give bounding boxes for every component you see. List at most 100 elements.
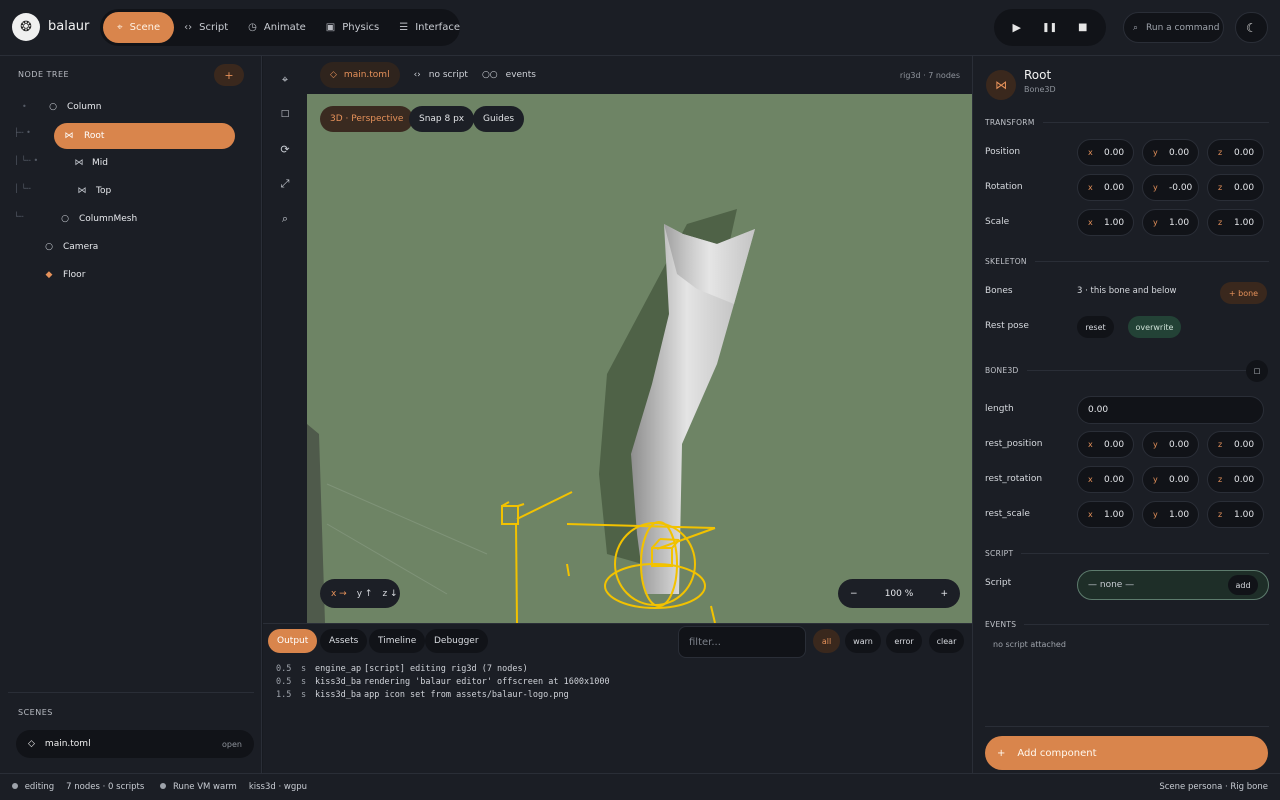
- bone-icon: ⋈: [64, 131, 74, 141]
- 3d-viewport[interactable]: 3D · Perspective Snap 8 px Guides x → y …: [307, 94, 972, 623]
- scale-y-field[interactable]: y 1.00: [1142, 209, 1199, 236]
- rest-position-z-field[interactable]: z 0.00: [1207, 431, 1264, 458]
- field-value: 0.00: [1234, 439, 1255, 450]
- rest-position-y-field[interactable]: y 0.00: [1142, 431, 1199, 458]
- rotation-x-field[interactable]: x 0.00: [1077, 174, 1134, 201]
- axis-z: z ↓: [382, 588, 398, 599]
- command-placeholder: Run a command: [1146, 22, 1220, 33]
- status-mode: editing: [12, 782, 54, 792]
- file-tab[interactable]: ◇ main.toml: [320, 62, 400, 88]
- mode-script[interactable]: ‹› Script: [174, 12, 238, 43]
- node-tree-title: NODE TREE: [18, 70, 70, 79]
- snap-toggle[interactable]: Snap 8 px: [409, 106, 475, 132]
- command-palette-button[interactable]: ⌕ Run a command: [1123, 12, 1224, 43]
- projection-toggle[interactable]: 3D · Perspective: [320, 106, 414, 132]
- field-value: 1.00: [1104, 217, 1125, 228]
- mode-switcher: ⌖ Scene ‹› Script ◷ Animate ▣ Physics ☰ Inter…: [100, 9, 460, 46]
- rotate-tool-icon[interactable]: ⟳: [275, 139, 295, 159]
- rest-scale-z-field[interactable]: z 1.00: [1207, 501, 1264, 528]
- move-tool-icon[interactable]: ⌖: [275, 70, 295, 90]
- add-bone-button[interactable]: + bone: [1220, 282, 1267, 304]
- diamond-icon: ◆: [45, 270, 53, 280]
- rotation-y-field[interactable]: y -0.00: [1142, 174, 1199, 201]
- stop-icon[interactable]: ■: [1078, 22, 1087, 33]
- rest-rotation-z-field[interactable]: z 0.00: [1207, 466, 1264, 493]
- select-box-tool-icon[interactable]: □: [275, 104, 295, 124]
- level-warn[interactable]: warn: [845, 629, 881, 653]
- node-circle-icon: ○: [61, 214, 69, 224]
- mode-label: Interface: [415, 22, 460, 33]
- app-name: balaur: [48, 19, 90, 34]
- position-x-field[interactable]: x 0.00: [1077, 139, 1134, 166]
- zoom-tool-icon[interactable]: ⌕: [275, 209, 295, 229]
- log-unit: s: [301, 677, 307, 687]
- tree-node-top[interactable]: ⋈ Top: [75, 178, 112, 204]
- bone3d-toggle-icon[interactable]: □: [1246, 360, 1268, 382]
- log-row: 0.5 s engine_ap [script] editing rig3d (7 n…: [276, 664, 528, 678]
- tree-node-root[interactable]: ⋈ Root: [54, 123, 235, 149]
- scene-item-main[interactable]: ◇ main.toml open: [16, 730, 254, 758]
- rest-position-x-field[interactable]: x 0.00: [1077, 431, 1134, 458]
- add-node-button[interactable]: +: [214, 64, 244, 86]
- play-icon[interactable]: ▶: [1012, 21, 1020, 34]
- script-link[interactable]: ‹› no script: [414, 70, 468, 80]
- mode-animate[interactable]: ◷ Animate: [238, 12, 316, 43]
- log-source: engine_ap: [315, 664, 362, 674]
- rest-scale-y-field[interactable]: y 1.00: [1142, 501, 1199, 528]
- rest-pose-reset-button[interactable]: reset: [1077, 316, 1114, 338]
- level-error[interactable]: error: [886, 629, 922, 653]
- tab-output[interactable]: Output: [268, 629, 318, 653]
- theme-toggle-moon-icon[interactable]: ☾: [1235, 12, 1268, 43]
- viewport-scene: [307, 209, 755, 623]
- tree-node-mid[interactable]: ⋈ Mid: [72, 150, 108, 176]
- script-selector[interactable]: — none — add: [1077, 570, 1269, 600]
- zoom-control: − 100 % +: [838, 579, 960, 608]
- tree-expander-icon[interactable]: •: [22, 102, 27, 111]
- events-link[interactable]: ○○ events: [482, 70, 536, 80]
- prop-label-length: length: [985, 404, 1014, 414]
- rest-rotation-x-field[interactable]: x 0.00: [1077, 466, 1134, 493]
- scale-z-field[interactable]: z 1.00: [1207, 209, 1264, 236]
- field-value: 1.00: [1169, 217, 1190, 228]
- tree-node-columnmesh[interactable]: ○ ColumnMesh: [58, 206, 137, 232]
- mode-scene[interactable]: ⌖ Scene: [103, 12, 175, 43]
- level-all[interactable]: all: [813, 629, 840, 653]
- add-script-button[interactable]: add: [1228, 575, 1258, 595]
- pause-icon[interactable]: ❚❚: [1042, 23, 1057, 33]
- tab-assets[interactable]: Assets: [320, 629, 368, 653]
- position-y-field[interactable]: y 0.00: [1142, 139, 1199, 166]
- field-value: 0.00: [1234, 147, 1255, 158]
- guides-toggle[interactable]: Guides: [473, 106, 525, 132]
- length-field[interactable]: 0.00: [1077, 396, 1264, 424]
- field-value: 1.00: [1169, 509, 1190, 520]
- log-time: 1.5: [276, 690, 292, 700]
- zoom-in-button[interactable]: +: [940, 589, 948, 599]
- scale-tool-icon[interactable]: ⤢: [275, 174, 295, 194]
- mode-physics[interactable]: ▣ Physics: [316, 12, 389, 43]
- rotation-z-field[interactable]: z 0.00: [1207, 174, 1264, 201]
- rest-pose-overwrite-button[interactable]: overwrite: [1128, 316, 1181, 338]
- field-value: 0.00: [1104, 147, 1125, 158]
- tab-timeline[interactable]: Timeline: [369, 629, 426, 653]
- tree-node-column[interactable]: ○ Column: [46, 94, 101, 120]
- tree-node-camera[interactable]: ○ Camera: [42, 234, 98, 260]
- add-component-button[interactable]: + Add component: [985, 736, 1268, 770]
- scale-x-field[interactable]: x 1.00: [1077, 209, 1134, 236]
- log-message: app icon set from assets/balaur-logo.png: [364, 690, 569, 700]
- search-icon: ⌕: [1133, 22, 1139, 33]
- log-filter-input[interactable]: filter...: [678, 626, 806, 658]
- tree-node-floor[interactable]: ◆ Floor: [42, 262, 86, 288]
- clear-log-button[interactable]: clear: [929, 629, 964, 653]
- tab-debugger[interactable]: Debugger: [425, 629, 488, 653]
- scene-summary: rig3d · 7 nodes: [899, 70, 960, 80]
- mode-interface[interactable]: ☰ Interface: [389, 12, 470, 43]
- field-value: 0.00: [1169, 147, 1190, 158]
- position-z-field[interactable]: z 0.00: [1207, 139, 1264, 166]
- zoom-out-button[interactable]: −: [850, 589, 858, 599]
- rest-scale-x-field[interactable]: x 1.00: [1077, 501, 1134, 528]
- rest-rotation-y-field[interactable]: y 0.00: [1142, 466, 1199, 493]
- tree-node-label: ColumnMesh: [79, 214, 138, 224]
- scene-open-link[interactable]: open: [222, 740, 242, 749]
- log-message: rendering 'balaur editor' offscreen at 1…: [364, 677, 610, 687]
- prop-label-rest-position: rest_position: [985, 439, 1043, 449]
